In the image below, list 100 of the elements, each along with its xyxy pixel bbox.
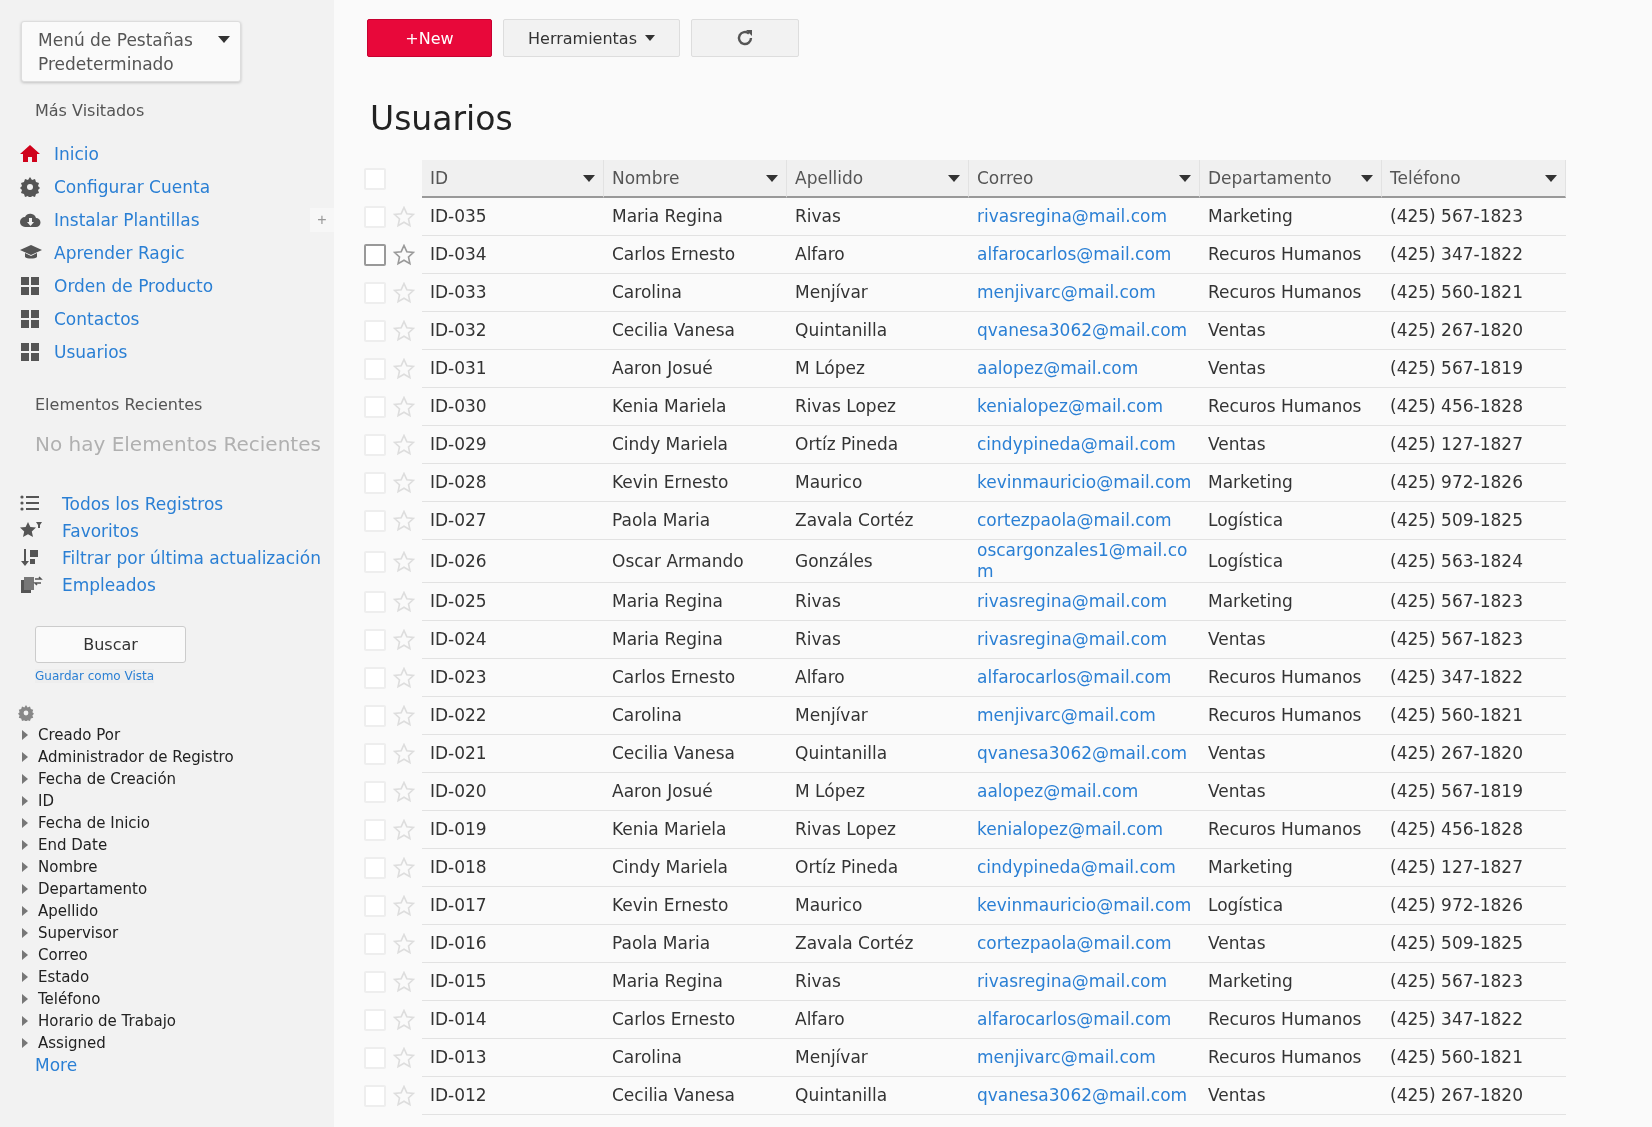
email-link[interactable]: qvanesa3062@mail.com xyxy=(969,735,1200,773)
tools-button[interactable]: Herramientas xyxy=(503,19,680,57)
email-link[interactable]: cortezpaola@mail.com xyxy=(969,502,1200,540)
expand-arrow-icon[interactable] xyxy=(21,861,29,873)
column-header[interactable]: Teléfono xyxy=(1382,160,1566,198)
add-button[interactable]: + xyxy=(310,207,334,232)
table-cell: Maurico xyxy=(787,464,969,502)
field-label[interactable]: Creado Por xyxy=(38,726,121,744)
table-cell: Recuros Humanos xyxy=(1200,697,1382,735)
table-cell: Alfaro xyxy=(787,659,969,697)
table-cell: Ventas xyxy=(1200,350,1382,388)
column-header[interactable]: Correo xyxy=(969,160,1200,198)
expand-arrow-icon[interactable] xyxy=(21,729,29,741)
expand-arrow-icon[interactable] xyxy=(21,927,29,939)
field-label[interactable]: End Date xyxy=(38,836,108,854)
field-label[interactable]: Horario de Trabajo xyxy=(38,1012,176,1030)
email-link[interactable]: kevinmauricio@mail.com xyxy=(969,887,1200,925)
row-checkbox[interactable] xyxy=(364,244,386,266)
email-link[interactable]: menjivarc@mail.com xyxy=(969,1039,1200,1077)
expand-arrow-icon[interactable] xyxy=(21,773,29,785)
table-cell: Marketing xyxy=(1200,198,1382,236)
view-link[interactable]: Favoritos xyxy=(62,520,139,541)
email-link[interactable]: cindypineda@mail.com xyxy=(969,849,1200,887)
nav-link[interactable]: Contactos xyxy=(54,308,140,329)
table-cell: Cecilia Vanesa xyxy=(604,312,787,350)
field-label[interactable]: Apellido xyxy=(38,902,99,920)
table-cell: ID-014 xyxy=(422,1001,604,1039)
nav-link[interactable]: Orden de Producto xyxy=(54,275,214,296)
email-link[interactable]: alfarocarlos@mail.com xyxy=(969,659,1200,697)
tab-menu-dropdown[interactable]: Menú de Pestañas Predeterminado xyxy=(21,21,241,82)
email-link[interactable]: kenialopez@mail.com xyxy=(969,811,1200,849)
view-link[interactable]: Empleados xyxy=(62,574,156,595)
refresh-button[interactable] xyxy=(691,19,799,57)
view-link[interactable]: Todos los Registros xyxy=(62,493,224,514)
field-label[interactable]: Teléfono xyxy=(38,990,101,1008)
expand-arrow-icon[interactable] xyxy=(21,949,29,961)
expand-arrow-icon[interactable] xyxy=(21,993,29,1005)
table-cell: Cecilia Vanesa xyxy=(604,1077,787,1115)
field-label[interactable]: Administrador de Registro xyxy=(38,748,234,766)
expand-arrow-icon[interactable] xyxy=(21,795,29,807)
field-label[interactable]: Nombre xyxy=(38,858,98,876)
email-link[interactable]: aalopez@mail.com xyxy=(969,350,1200,388)
caret-icon xyxy=(1545,174,1557,182)
field-label[interactable]: Fecha de Creación xyxy=(38,770,177,788)
email-link[interactable]: qvanesa3062@mail.com xyxy=(969,1077,1200,1115)
email-link[interactable]: menjivarc@mail.com xyxy=(969,697,1200,735)
email-link[interactable]: rivasregina@mail.com xyxy=(969,963,1200,1001)
expand-arrow-icon[interactable] xyxy=(21,751,29,763)
field-label[interactable]: ID xyxy=(38,792,54,810)
table-cell: ID-017 xyxy=(422,887,604,925)
field-label[interactable]: Estado xyxy=(38,968,90,986)
email-link[interactable]: aalopez@mail.com xyxy=(969,773,1200,811)
save-view-link[interactable]: Guardar como Vista xyxy=(35,669,155,683)
search-button[interactable]: Buscar xyxy=(35,626,186,663)
email-link[interactable]: kenialopez@mail.com xyxy=(969,388,1200,426)
field-label[interactable]: Correo xyxy=(38,946,88,964)
caret-icon xyxy=(645,35,655,41)
view-link[interactable]: Filtrar por última actualización xyxy=(62,547,321,568)
nav-link[interactable]: Aprender Ragic xyxy=(54,242,185,263)
new-button[interactable]: +New xyxy=(367,19,492,57)
table-cell: (425) 347-1822 xyxy=(1382,659,1566,697)
table-cell: Carolina xyxy=(604,697,787,735)
more-link[interactable]: More xyxy=(35,1055,78,1075)
table-cell: M López xyxy=(787,773,969,811)
email-link[interactable]: rivasregina@mail.com xyxy=(969,198,1200,236)
table-cell: (425) 456-1828 xyxy=(1382,388,1566,426)
email-link[interactable]: oscargonzales1@mail.com xyxy=(969,540,1200,583)
field-label[interactable]: Supervisor xyxy=(38,924,119,942)
column-header[interactable]: Apellido xyxy=(787,160,969,198)
email-link[interactable]: qvanesa3062@mail.com xyxy=(969,312,1200,350)
email-link[interactable]: alfarocarlos@mail.com xyxy=(969,1001,1200,1039)
expand-arrow-icon[interactable] xyxy=(21,905,29,917)
nav-link[interactable]: Usuarios xyxy=(54,341,128,362)
expand-arrow-icon[interactable] xyxy=(21,883,29,895)
field-label[interactable]: Fecha de Inicio xyxy=(38,814,150,832)
section-title: Elementos Recientes xyxy=(35,395,203,414)
nav-link[interactable]: Configurar Cuenta xyxy=(54,176,211,197)
expand-arrow-icon[interactable] xyxy=(21,839,29,851)
expand-arrow-icon[interactable] xyxy=(21,1015,29,1027)
email-link[interactable]: cindypineda@mail.com xyxy=(969,426,1200,464)
nav-link[interactable]: Inicio xyxy=(54,143,99,164)
nav-link[interactable]: Instalar Plantillas xyxy=(54,209,200,230)
table-cell: (425) 267-1820 xyxy=(1382,735,1566,773)
email-link[interactable]: cortezpaola@mail.com xyxy=(969,925,1200,963)
email-link[interactable]: rivasregina@mail.com xyxy=(969,621,1200,659)
expand-arrow-icon[interactable] xyxy=(21,971,29,983)
column-header[interactable]: Nombre xyxy=(604,160,787,198)
email-link[interactable]: rivasregina@mail.com xyxy=(969,583,1200,621)
table-cell: Cindy Mariela xyxy=(604,426,787,464)
field-label[interactable]: Departamento xyxy=(38,880,148,898)
column-header[interactable]: ID xyxy=(422,160,604,198)
email-link[interactable]: menjivarc@mail.com xyxy=(969,274,1200,312)
table-cell: ID-018 xyxy=(422,849,604,887)
email-link[interactable]: alfarocarlos@mail.com xyxy=(969,236,1200,274)
field-label[interactable]: Assigned xyxy=(38,1034,106,1052)
expand-arrow-icon[interactable] xyxy=(21,817,29,829)
expand-arrow-icon[interactable] xyxy=(21,1037,29,1049)
column-header[interactable]: Departamento xyxy=(1200,160,1382,198)
email-link[interactable]: kevinmauricio@mail.com xyxy=(969,464,1200,502)
table-cell: (425) 127-1827 xyxy=(1382,849,1566,887)
